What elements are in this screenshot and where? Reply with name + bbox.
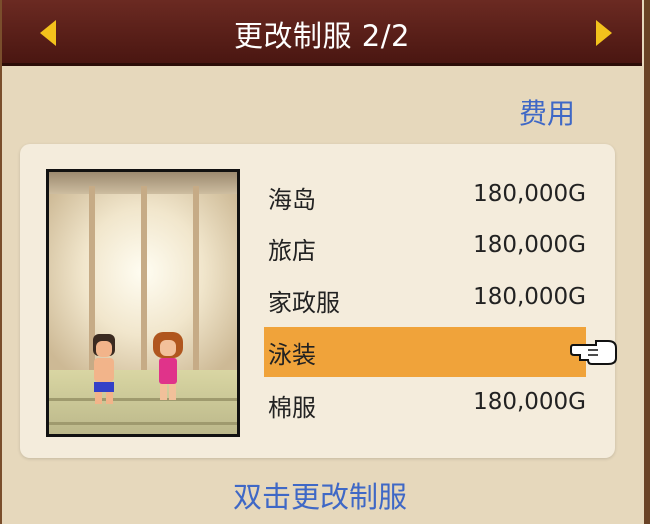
uniform-name: 旅店 [268,237,316,265]
preview-beam [89,186,95,386]
uniform-row[interactable]: 旅店 180,000G [264,223,586,273]
preview-floor [49,370,237,434]
uniform-row[interactable]: 棉服 180,000G [264,380,586,430]
preview-beam [141,186,147,386]
page-title: 更改制服 2/2 [234,19,410,53]
uniform-row[interactable]: 泳装 [264,327,586,377]
uniform-name: 家政服 [268,289,340,317]
pointing-hand-icon [570,340,617,365]
uniform-name: 海岛 [268,186,316,214]
preview-floor-line [49,398,237,401]
double-click-hint: 双击更改制服 [232,480,407,514]
uniform-price: 180,000G [473,232,586,258]
uniform-row[interactable]: 海岛 180,000G [264,172,586,222]
uniform-name: 棉服 [268,394,316,422]
uniform-price: 180,000G [473,284,586,310]
cost-column-label: 费用 [519,97,576,130]
preview-beam [193,186,199,386]
uniform-price: 180,000G [473,389,586,415]
uniform-price: 180,000G [473,181,586,207]
next-page-icon[interactable] [596,20,612,46]
uniform-name: 泳装 [268,341,316,369]
uniform-preview-image [46,169,240,437]
title-bar: 更改制服 2/2 [2,0,642,66]
uniform-row[interactable]: 家政服 180,000G [264,275,586,325]
preview-floor-line [49,422,237,425]
